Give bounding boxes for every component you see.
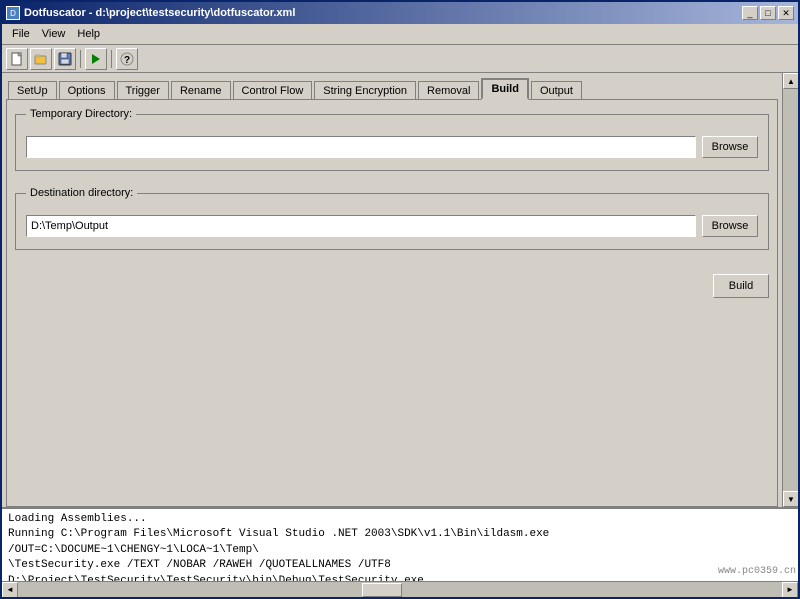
tab-output[interactable]: Output [531,81,582,100]
scroll-right-button[interactable]: ► [782,582,798,598]
tab-rename[interactable]: Rename [171,81,231,100]
save-button[interactable] [54,48,76,70]
title-bar-left: D Dotfuscator - d:\project\testsecurity\… [6,6,295,20]
dest-dir-row: Browse [26,215,758,237]
dest-dir-group: Destination directory: Browse [15,187,769,250]
tab-options[interactable]: Options [59,81,115,100]
bottom-scrollbar: ◄ ► [2,581,798,597]
tab-setup[interactable]: SetUp [8,81,57,100]
run-button[interactable] [85,48,107,70]
tabs-row: SetUp Options Trigger Rename Control Flo… [2,73,782,99]
toolbar-separator-2 [111,50,112,68]
scroll-left-button[interactable]: ◄ [2,582,18,598]
scroll-up-button[interactable]: ▲ [783,73,798,89]
right-scrollbar: ▲ ▼ [782,73,798,507]
svg-text:?: ? [124,55,130,66]
title-bar: D Dotfuscator - d:\project\testsecurity\… [2,2,798,24]
toolbar: ? [2,45,798,73]
log-line-2: Running C:\Program Files\Microsoft Visua… [8,527,792,558]
menu-view[interactable]: View [36,26,72,42]
window-title: Dotfuscator - d:\project\testsecurity\do… [24,7,295,19]
maximize-button[interactable]: □ [760,6,776,20]
log-content: Loading Assemblies... Running C:\Program… [2,509,798,581]
minimize-button[interactable]: _ [742,6,758,20]
temp-dir-row: Browse [26,136,758,158]
main-window: D Dotfuscator - d:\project\testsecurity\… [0,0,800,599]
build-button[interactable]: Build [713,274,769,298]
tab-build[interactable]: Build [481,78,529,100]
watermark: www.pc0359.cn [718,565,796,579]
build-tab-content: Temporary Directory: Browse Destination … [6,99,778,507]
build-button-row: Build [15,274,769,298]
app-icon: D [6,6,20,20]
temp-dir-input[interactable] [26,136,696,158]
help-button[interactable]: ? [116,48,138,70]
new-button[interactable] [6,48,28,70]
menu-bar: File View Help [2,24,798,45]
tab-trigger[interactable]: Trigger [117,81,169,100]
dest-dir-label: Destination directory: [26,187,137,199]
close-button[interactable]: ✕ [778,6,794,20]
temp-dir-label: Temporary Directory: [26,108,136,120]
log-area: Loading Assemblies... Running C:\Program… [2,507,798,597]
toolbar-separator-1 [80,50,81,68]
menu-help[interactable]: Help [71,26,106,42]
title-bar-controls: _ □ ✕ [742,6,794,20]
tab-controlflow[interactable]: Control Flow [233,81,313,100]
hscroll-thumb[interactable] [362,583,402,597]
scroll-down-button[interactable]: ▼ [783,491,798,507]
menu-file[interactable]: File [6,26,36,42]
open-button[interactable] [30,48,52,70]
temp-dir-browse-button[interactable]: Browse [702,136,758,158]
tab-removal[interactable]: Removal [418,81,479,100]
temp-dir-group: Temporary Directory: Browse [15,108,769,171]
log-line-3: \TestSecurity.exe /TEXT /NOBAR /RAWEH /Q… [8,558,792,581]
scroll-track[interactable] [783,89,798,491]
tab-panel: SetUp Options Trigger Rename Control Flo… [2,73,782,507]
hscroll-track[interactable] [18,582,782,598]
log-line-1: Loading Assemblies... [8,512,792,527]
content-area: SetUp Options Trigger Rename Control Flo… [2,73,798,507]
tab-stringencryption[interactable]: String Encryption [314,81,416,100]
dest-dir-browse-button[interactable]: Browse [702,215,758,237]
dest-dir-input[interactable] [26,215,696,237]
